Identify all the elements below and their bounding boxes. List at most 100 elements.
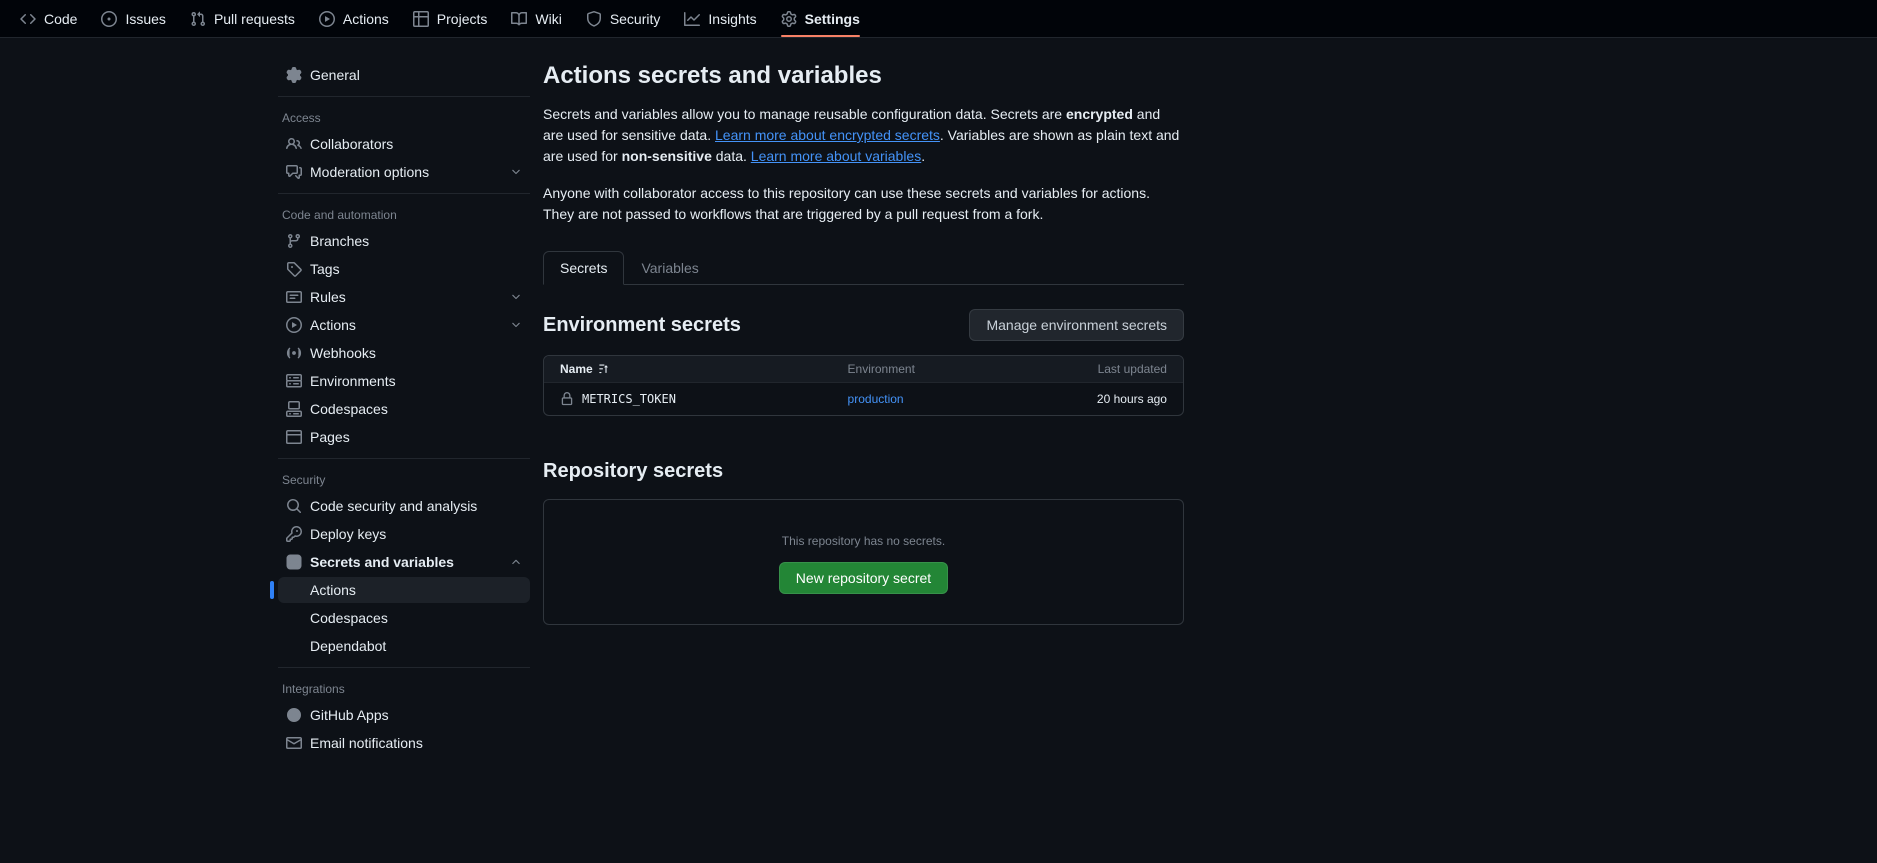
sidebar-item-label: GitHub Apps bbox=[310, 707, 389, 723]
tab-wiki[interactable]: Wiki bbox=[501, 0, 571, 37]
learn-more-variables-link[interactable]: Learn more about variables bbox=[751, 148, 921, 164]
play-icon bbox=[286, 317, 302, 333]
sidebar-item-email-notifications[interactable]: Email notifications bbox=[278, 730, 530, 756]
tab-label: Actions bbox=[343, 11, 389, 27]
tab-code[interactable]: Code bbox=[10, 0, 87, 37]
browser-icon bbox=[286, 429, 302, 445]
chevron-up-icon bbox=[510, 556, 522, 568]
column-header-label: Name bbox=[560, 362, 593, 376]
issue-opened-icon bbox=[101, 11, 117, 27]
tab-security[interactable]: Security bbox=[576, 0, 671, 37]
new-repository-secret-button[interactable]: New repository secret bbox=[779, 562, 948, 594]
people-icon bbox=[286, 136, 302, 152]
intro-text: data. bbox=[712, 148, 751, 164]
tab-projects[interactable]: Projects bbox=[403, 0, 498, 37]
tab-pull-requests[interactable]: Pull requests bbox=[180, 0, 305, 37]
secret-last-updated-cell: 20 hours ago bbox=[1055, 383, 1183, 415]
code-icon bbox=[20, 11, 36, 27]
tag-icon bbox=[286, 261, 302, 277]
tab-variables[interactable]: Variables bbox=[624, 251, 715, 285]
sidebar-subitem-codespaces[interactable]: Codespaces bbox=[278, 605, 530, 631]
chevron-down-icon bbox=[510, 319, 522, 331]
sidebar-item-environments[interactable]: Environments bbox=[278, 368, 530, 394]
server-icon bbox=[286, 373, 302, 389]
sidebar-item-label: Collaborators bbox=[310, 136, 393, 152]
tab-actions[interactable]: Actions bbox=[309, 0, 399, 37]
collaborator-note-paragraph: Anyone with collaborator access to this … bbox=[543, 183, 1184, 225]
sidebar-item-label: Deploy keys bbox=[310, 526, 386, 542]
intro-text: Secrets and variables allow you to manag… bbox=[543, 106, 1066, 122]
repo-tab-bar: Code Issues Pull requests Actions Projec… bbox=[0, 0, 1877, 38]
github-settings-page: Code Issues Pull requests Actions Projec… bbox=[0, 0, 1877, 863]
sidebar-item-collaborators[interactable]: Collaborators bbox=[278, 131, 530, 157]
sidebar-item-secrets-and-variables[interactable]: Secrets and variables bbox=[278, 549, 530, 575]
key-asterisk-icon bbox=[286, 554, 302, 570]
chevron-down-icon bbox=[510, 291, 522, 303]
table-icon bbox=[413, 11, 429, 27]
play-icon bbox=[319, 11, 335, 27]
sidebar-subitem-dependabot[interactable]: Dependabot bbox=[278, 633, 530, 659]
sort-ascending-icon bbox=[597, 363, 609, 375]
codespaces-icon bbox=[286, 401, 302, 417]
settings-sidebar: General Access Collaborators Moderation … bbox=[270, 62, 530, 758]
sidebar-item-codespaces[interactable]: Codespaces bbox=[278, 396, 530, 422]
sidebar-item-code-security[interactable]: Code security and analysis bbox=[278, 493, 530, 519]
environment-secrets-title: Environment secrets bbox=[543, 314, 741, 337]
tab-settings[interactable]: Settings bbox=[771, 0, 870, 37]
sidebar-item-label: Code security and analysis bbox=[310, 498, 477, 514]
key-icon bbox=[286, 526, 302, 542]
sidebar-item-actions[interactable]: Actions bbox=[278, 312, 530, 338]
column-header-environment: Environment bbox=[832, 356, 1056, 382]
book-icon bbox=[511, 11, 527, 27]
sidebar-divider bbox=[278, 458, 530, 459]
sidebar-section-title: Security bbox=[270, 467, 530, 493]
sidebar-item-webhooks[interactable]: Webhooks bbox=[278, 340, 530, 366]
settings-layout: General Access Collaborators Moderation … bbox=[270, 38, 1877, 758]
webhook-icon bbox=[286, 345, 302, 361]
tab-insights[interactable]: Insights bbox=[674, 0, 766, 37]
intro-bold-encrypted: encrypted bbox=[1066, 106, 1133, 122]
sidebar-item-moderation-options[interactable]: Moderation options bbox=[278, 159, 530, 185]
manage-environment-secrets-button[interactable]: Manage environment secrets bbox=[969, 309, 1184, 341]
git-pull-request-icon bbox=[190, 11, 206, 27]
empty-state-message: This repository has no secrets. bbox=[568, 534, 1159, 548]
sidebar-item-github-apps[interactable]: GitHub Apps bbox=[278, 702, 530, 728]
sidebar-item-label: Email notifications bbox=[310, 735, 423, 751]
repository-secrets-title: Repository secrets bbox=[543, 460, 1184, 483]
page-title: Actions secrets and variables bbox=[543, 62, 1184, 90]
sidebar-item-general[interactable]: General bbox=[278, 62, 530, 88]
learn-more-encrypted-secrets-link[interactable]: Learn more about encrypted secrets bbox=[715, 127, 940, 143]
column-header-last-updated: Last updated bbox=[1055, 356, 1183, 382]
sidebar-section-title: Integrations bbox=[270, 676, 530, 702]
sidebar-item-label: Moderation options bbox=[310, 164, 429, 180]
tab-label: Settings bbox=[805, 11, 860, 27]
gear-icon bbox=[781, 11, 797, 27]
sidebar-subitem-actions[interactable]: Actions bbox=[278, 577, 530, 603]
git-branch-icon bbox=[286, 233, 302, 249]
gear-icon bbox=[286, 67, 302, 83]
sidebar-item-rules[interactable]: Rules bbox=[278, 284, 530, 310]
environment-link[interactable]: production bbox=[848, 392, 904, 406]
comment-discussion-icon bbox=[286, 164, 302, 180]
sidebar-item-pages[interactable]: Pages bbox=[278, 424, 530, 450]
sidebar-item-deploy-keys[interactable]: Deploy keys bbox=[278, 521, 530, 547]
sidebar-item-tags[interactable]: Tags bbox=[278, 256, 530, 282]
shield-icon bbox=[586, 11, 602, 27]
table-header-row: Name Environment Last updated bbox=[544, 356, 1183, 382]
apps-icon bbox=[286, 707, 302, 723]
environment-secrets-table: Name Environment Last updated METRICS_TO… bbox=[543, 355, 1184, 416]
sidebar-divider bbox=[278, 193, 530, 194]
column-header-name[interactable]: Name bbox=[544, 356, 832, 382]
tab-secrets[interactable]: Secrets bbox=[543, 251, 624, 285]
secret-name-cell: METRICS_TOKEN bbox=[544, 383, 832, 415]
sidebar-item-label: Branches bbox=[310, 233, 369, 249]
secrets-variables-tabnav: Secrets Variables bbox=[543, 251, 1184, 285]
table-row: METRICS_TOKEN production 20 hours ago bbox=[544, 382, 1183, 415]
sidebar-divider bbox=[278, 667, 530, 668]
sidebar-item-label: Secrets and variables bbox=[310, 554, 454, 570]
sidebar-item-label: Environments bbox=[310, 373, 396, 389]
tab-label: Code bbox=[44, 11, 77, 27]
tab-issues[interactable]: Issues bbox=[91, 0, 175, 37]
sidebar-item-branches[interactable]: Branches bbox=[278, 228, 530, 254]
tab-label: Insights bbox=[708, 11, 756, 27]
